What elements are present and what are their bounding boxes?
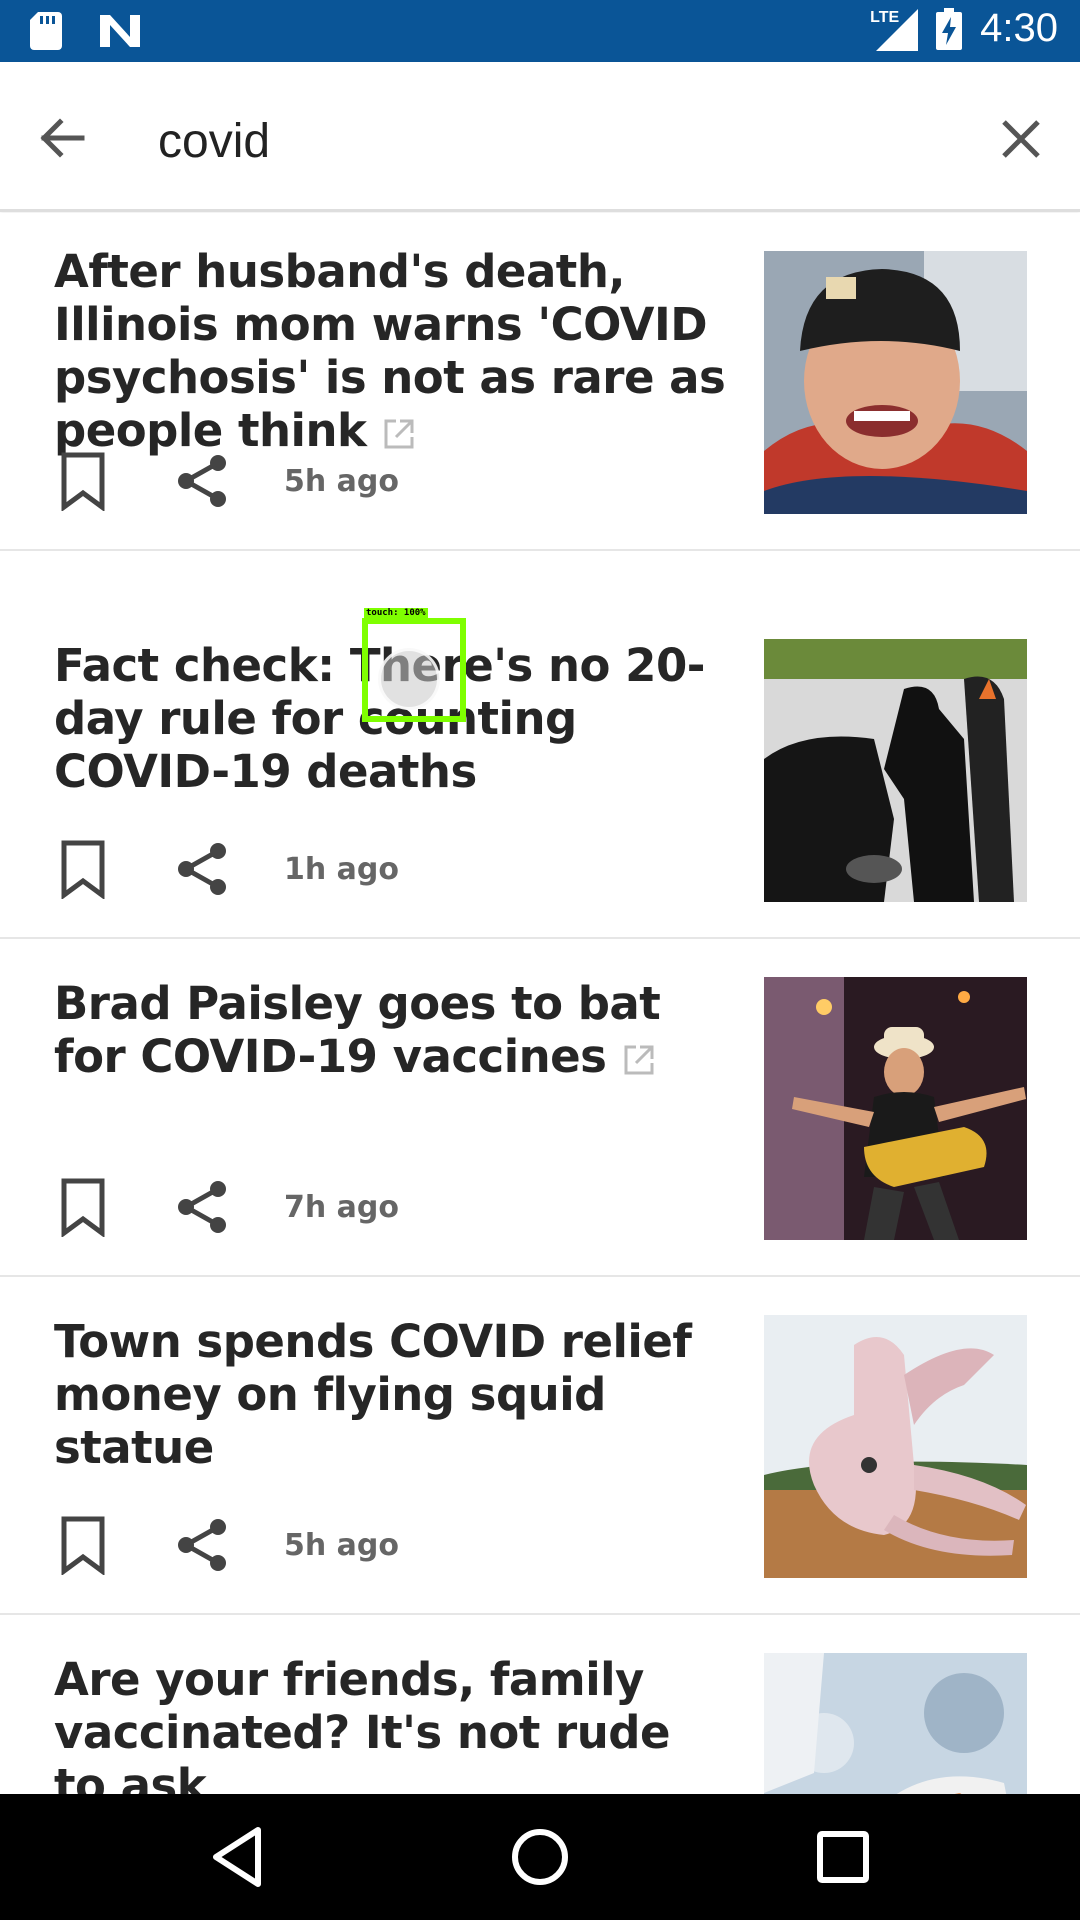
article-thumbnail[interactable] — [764, 1653, 1027, 1794]
article-headline[interactable]: Town spends COVID relief money on flying… — [54, 1315, 734, 1474]
share-icon[interactable] — [174, 453, 230, 509]
article-thumbnail[interactable] — [764, 977, 1027, 1240]
navigation-bar — [0, 1794, 1080, 1920]
bookmark-icon[interactable] — [58, 1515, 108, 1575]
article-card[interactable]: Town spends COVID relief money on flying… — [0, 1277, 1080, 1615]
article-thumbnail[interactable] — [764, 639, 1027, 902]
n-logo-icon — [100, 15, 140, 47]
search-bar: covid — [0, 62, 1080, 212]
article-time: 7h ago — [284, 1189, 400, 1225]
external-link-icon — [384, 419, 414, 449]
external-link-icon — [624, 1045, 654, 1075]
share-icon[interactable] — [174, 841, 230, 897]
arrow-left-icon[interactable] — [36, 112, 88, 164]
article-time: 5h ago — [284, 1527, 400, 1563]
article-headline[interactable]: After husband's death, Illinois mom warn… — [54, 245, 734, 457]
article-card[interactable]: After husband's death, Illinois mom warn… — [0, 213, 1080, 551]
close-icon[interactable] — [996, 114, 1046, 164]
nav-back-icon[interactable] — [204, 1824, 270, 1890]
bookmark-icon[interactable] — [58, 1177, 108, 1237]
bookmark-icon[interactable] — [58, 839, 108, 899]
article-actions: 7h ago — [58, 1177, 399, 1237]
nav-home-icon[interactable] — [507, 1824, 573, 1890]
share-icon[interactable] — [174, 1517, 230, 1573]
article-thumbnail[interactable] — [764, 1315, 1027, 1578]
signal-icon: LTE — [870, 7, 919, 51]
battery-charging-icon — [936, 7, 963, 50]
article-headline[interactable]: Are your friends, family vaccinated? It'… — [54, 1653, 734, 1794]
touch-highlight-box — [362, 618, 466, 722]
article-actions: 5h ago — [58, 451, 399, 511]
article-time: 5h ago — [284, 463, 400, 499]
article-headline[interactable]: Brad Paisley goes to bat for COVID-19 va… — [54, 977, 734, 1083]
article-thumbnail[interactable] — [764, 251, 1027, 514]
sd-card-icon — [30, 12, 62, 50]
bookmark-icon[interactable] — [58, 451, 108, 511]
share-icon[interactable] — [174, 1179, 230, 1235]
article-actions: 5h ago — [58, 1515, 399, 1575]
article-card[interactable]: Fact check: There's no 20-day rule for c… — [0, 601, 1080, 939]
article-card[interactable]: Are your friends, family vaccinated? It'… — [0, 1615, 1080, 1794]
touch-label: touch: 100% — [364, 608, 428, 618]
clock: 4:30 — [980, 6, 1058, 50]
article-time: 1h ago — [284, 851, 400, 887]
status-bar: LTE 4:30 — [0, 0, 1080, 62]
nav-recents-icon[interactable] — [810, 1824, 876, 1890]
article-card[interactable]: Brad Paisley goes to bat for COVID-19 va… — [0, 939, 1080, 1277]
search-input[interactable]: covid — [158, 114, 270, 169]
article-actions: 1h ago — [58, 839, 399, 899]
